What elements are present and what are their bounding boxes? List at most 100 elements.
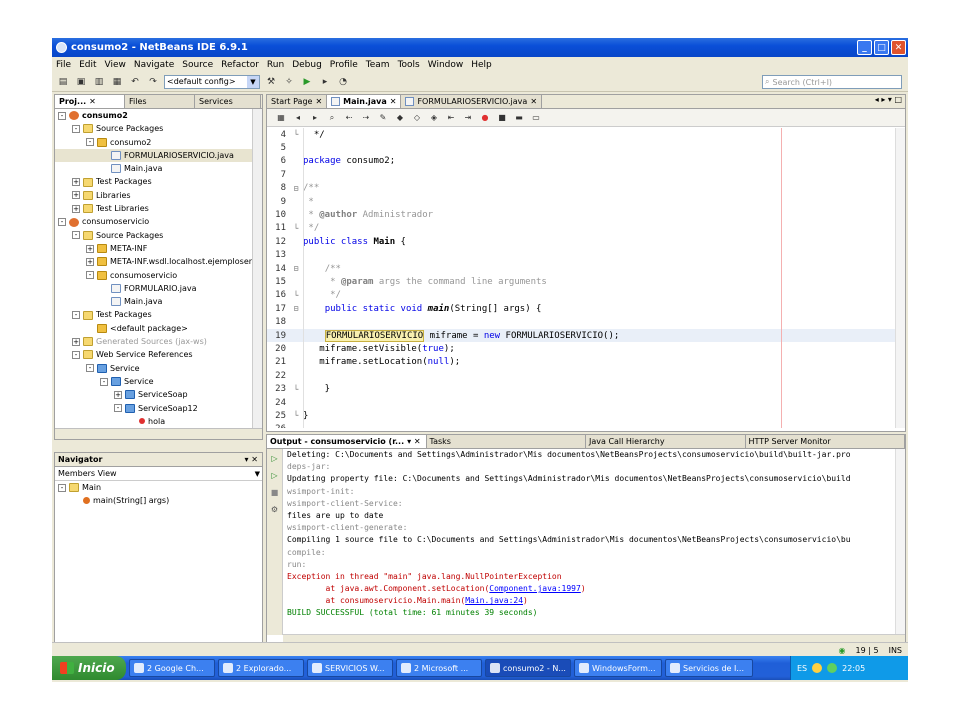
menu-team[interactable]: Team xyxy=(366,60,390,70)
settings-icon[interactable]: ⚙ xyxy=(269,504,280,515)
fold-icon[interactable]: └ xyxy=(289,130,303,139)
menu-tools[interactable]: Tools xyxy=(398,60,420,70)
start-button[interactable]: Inicio xyxy=(52,656,126,680)
taskbar-item[interactable]: SERVICIOS W... xyxy=(307,659,393,677)
close-icon[interactable]: ✕ xyxy=(89,97,96,106)
search-box[interactable]: ⌕ Search (Ctrl+I) xyxy=(762,75,902,89)
minimize-button[interactable]: _ xyxy=(857,40,872,55)
taskbar-item[interactable]: 2 Explorado... xyxy=(218,659,304,677)
new-file-icon[interactable]: ▤ xyxy=(56,75,70,89)
stop-icon[interactable]: ■ xyxy=(269,487,280,498)
close-button[interactable]: ✕ xyxy=(891,40,906,55)
open-project-icon[interactable]: ▥ xyxy=(92,75,106,89)
expander-icon[interactable]: + xyxy=(86,257,94,266)
tree-node[interactable]: + Test Packages xyxy=(55,175,262,188)
tree-node[interactable]: - Service xyxy=(55,375,262,388)
expander-icon[interactable]: - xyxy=(72,311,80,320)
save-all-icon[interactable]: ▦ xyxy=(110,75,124,89)
undo-icon[interactable]: ↶ xyxy=(128,75,142,89)
close-icon[interactable]: ▾ ✕ xyxy=(407,437,421,446)
expander-icon[interactable]: - xyxy=(86,271,94,280)
stacktrace-link[interactable]: Component.java:1997 xyxy=(489,584,581,593)
code-line[interactable]: 18 xyxy=(267,315,895,328)
code-line[interactable]: 14 ⊟ /** xyxy=(267,262,895,275)
tab-projects[interactable]: Proj... ✕ xyxy=(55,95,125,108)
code-line[interactable]: 15 * @param args the command line argume… xyxy=(267,275,895,288)
taskbar-item[interactable]: consumo2 - N... xyxy=(485,659,571,677)
code-line[interactable]: 19 FORMULARIOSERVICIO miframe = new FORM… xyxy=(267,328,895,343)
output-text[interactable]: Deleting: C:\Documents and Settings\Admi… xyxy=(287,449,893,635)
previous-bookmark-icon[interactable]: ◆ xyxy=(394,112,406,124)
code-line[interactable]: 17 ⊟ public static void main(String[] arg… xyxy=(267,302,895,315)
tree-node[interactable]: + Test Libraries xyxy=(55,202,262,215)
expander-icon[interactable]: - xyxy=(72,350,80,359)
code-line[interactable]: 13 xyxy=(267,249,895,262)
menu-profile[interactable]: Profile xyxy=(330,60,358,70)
language-indicator[interactable]: ES xyxy=(797,664,807,673)
forward-icon[interactable]: ▸ xyxy=(309,112,321,124)
hammer-build-icon[interactable]: ⚒ xyxy=(264,75,278,89)
expander-icon[interactable]: + xyxy=(72,178,80,187)
close-icon[interactable]: ✕ xyxy=(315,97,322,106)
code-line[interactable]: 8 ⊟/** xyxy=(267,182,895,195)
expander-icon[interactable]: - xyxy=(58,111,66,120)
fold-icon[interactable]: └ xyxy=(289,411,303,420)
code-line[interactable]: 5 xyxy=(267,141,895,154)
config-select[interactable]: <default config> ▼ xyxy=(164,74,260,89)
tree-node[interactable]: - Service xyxy=(55,362,262,375)
stacktrace-link[interactable]: Main.java:24 xyxy=(465,596,523,605)
tree-node[interactable]: + META-INF xyxy=(55,242,262,255)
close-icon[interactable]: ✕ xyxy=(390,97,397,106)
close-icon[interactable]: ✕ xyxy=(530,97,537,106)
output-tab-tasks[interactable]: Tasks xyxy=(426,435,586,448)
code-line[interactable]: 10 * @author Administrador xyxy=(267,208,895,221)
menu-debug[interactable]: Debug xyxy=(292,60,322,70)
tree-node[interactable]: FORMULARIO.java xyxy=(55,282,262,295)
maximize-button[interactable]: □ xyxy=(874,40,889,55)
comment-icon[interactable]: ▬ xyxy=(513,112,525,124)
tab-files[interactable]: Files xyxy=(125,95,195,108)
menu-source[interactable]: Source xyxy=(182,60,213,70)
menu-run[interactable]: Run xyxy=(267,60,284,70)
expander-icon[interactable]: + xyxy=(72,337,80,346)
tree-node[interactable]: Main.java xyxy=(55,295,262,308)
code-line[interactable]: 25 └} xyxy=(267,409,895,422)
rerun-different-icon[interactable]: ▷ xyxy=(269,470,280,481)
fold-icon[interactable]: └ xyxy=(289,385,303,394)
tree-node[interactable]: - consumo2 xyxy=(55,109,262,122)
tree-node[interactable]: - consumo2 xyxy=(55,136,262,149)
fold-icon[interactable]: ⊟ xyxy=(289,184,303,193)
expander-icon[interactable]: - xyxy=(58,218,66,227)
menu-edit[interactable]: Edit xyxy=(79,60,96,70)
code-line[interactable]: 6 package consumo2; xyxy=(267,155,895,168)
code-line[interactable]: 4 └ */ xyxy=(267,128,895,141)
fold-icon[interactable]: ⊟ xyxy=(289,264,303,273)
fold-icon[interactable]: └ xyxy=(289,224,303,233)
start-macro-icon[interactable]: ● xyxy=(479,112,491,124)
tree-node[interactable]: - consumoservicio xyxy=(55,215,262,228)
menu-window[interactable]: Window xyxy=(428,60,464,70)
expander-icon[interactable]: - xyxy=(114,404,122,413)
tree-node[interactable]: + Libraries xyxy=(55,189,262,202)
code-line[interactable]: 7 xyxy=(267,168,895,181)
taskbar-item[interactable]: WindowsForm... xyxy=(574,659,662,677)
code-line[interactable]: 23 └ } xyxy=(267,382,895,395)
code-line[interactable]: 26 xyxy=(267,423,895,428)
menu-navigate[interactable]: Navigate xyxy=(134,60,174,70)
uncomment-icon[interactable]: ▭ xyxy=(530,112,542,124)
editor-tab-main-java[interactable]: Main.java ✕ xyxy=(327,95,402,108)
notification-icon[interactable]: ◉ xyxy=(839,646,846,655)
tree-node[interactable]: + ServiceSoap xyxy=(55,388,262,401)
editor-tab-formulario-java[interactable]: FORMULARIOSERVICIO.java ✕ xyxy=(401,95,543,108)
code-line[interactable]: 21 miframe.setLocation(null); xyxy=(267,356,895,369)
profile-icon[interactable]: ◔ xyxy=(336,75,350,89)
tree-node[interactable]: + META-INF.wsdl.localhost.ejemploserv xyxy=(55,255,262,268)
debug-icon[interactable]: ▸ xyxy=(318,75,332,89)
next-bookmark-icon[interactable]: ◇ xyxy=(411,112,423,124)
taskbar-item[interactable]: Servicios de I... xyxy=(665,659,753,677)
new-project-icon[interactable]: ▣ xyxy=(74,75,88,89)
expander-icon[interactable]: - xyxy=(72,124,80,133)
expander-icon[interactable]: - xyxy=(100,377,108,386)
expander-icon[interactable]: - xyxy=(86,364,94,373)
back-icon[interactable]: ◂ xyxy=(292,112,304,124)
